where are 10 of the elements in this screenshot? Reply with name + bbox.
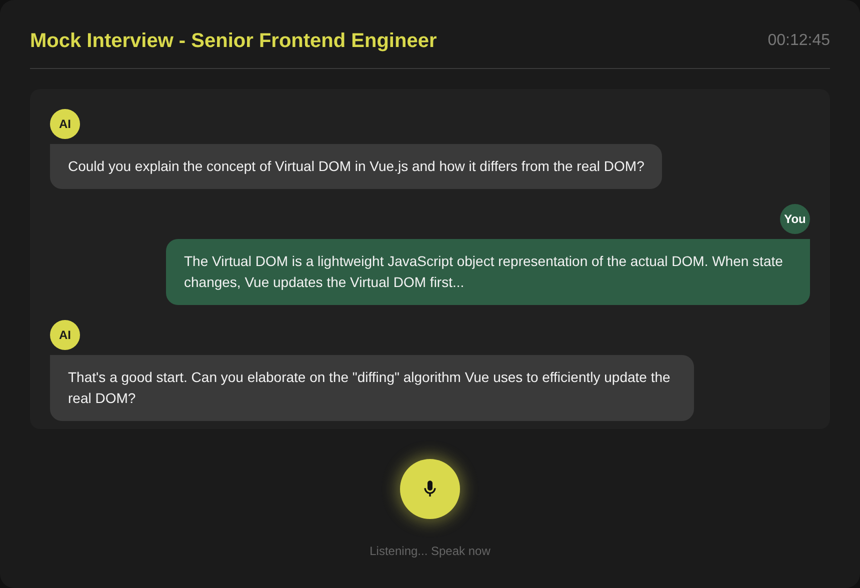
message-bubble: That's a good start. Can you elaborate on the "diffing" algorithm Vue uses to efficiently update the real DOM? [50,355,694,421]
message-bubble: The Virtual DOM is a lightweight JavaScript object representation of the actual DOM. When state changes, Vue updates the Virtual DOM first... [166,239,810,305]
timer: 00:12:45 [768,32,830,50]
page-title: Mock Interview - Senior Frontend Engineer [30,29,437,54]
avatar: AI [50,320,80,350]
microphone-button[interactable] [400,459,460,519]
status-text: Listening... Speak now [370,544,490,558]
message-bubble: Could you explain the concept of Virtual DOM in Vue.js and how it differs from the real DOM? [50,144,662,189]
avatar: AI [50,109,80,139]
avatar: You [780,204,810,234]
